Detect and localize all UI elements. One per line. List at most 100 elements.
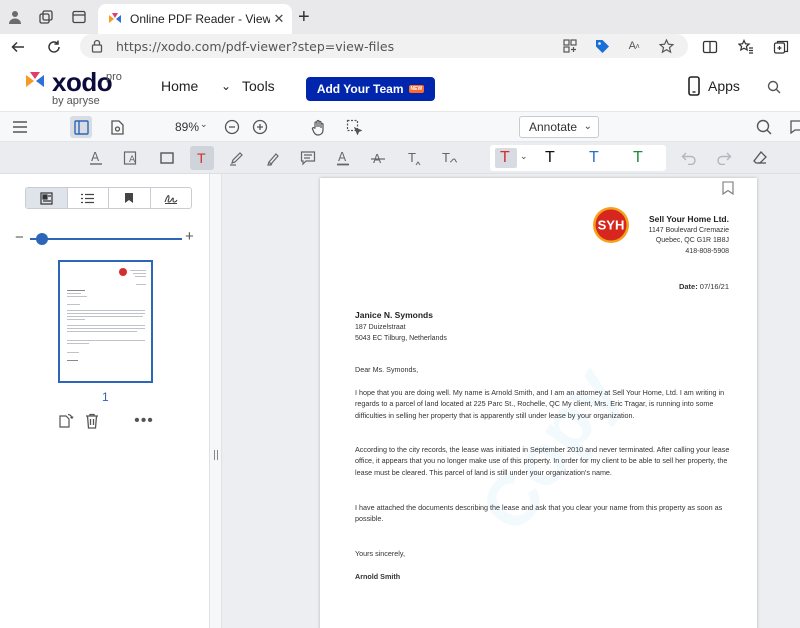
mode-select[interactable]: Annotate ⌄ (519, 116, 599, 138)
rotate-page-icon[interactable] (57, 412, 75, 430)
bookmark-icon (125, 193, 134, 203)
freehand-pen-icon[interactable] (225, 146, 249, 170)
style-red-swatch[interactable]: T (495, 148, 517, 168)
browser-tab[interactable]: Online PDF Reader - View PDFs O ✕ (98, 4, 292, 34)
underline-text-icon[interactable]: A (84, 146, 108, 170)
url-text[interactable]: https://xodo.com/pdf-viewer?step=view-fi… (116, 39, 394, 54)
add-your-team-button[interactable]: Add Your Team NEW (306, 77, 435, 101)
svg-text:A: A (338, 150, 347, 164)
pdf-page[interactable]: Copy SYH Sell Your Home Ltd. 1147 Boulev… (320, 178, 757, 628)
omnibox[interactable]: https://xodo.com/pdf-viewer?step=view-fi… (80, 34, 688, 58)
syh-logo-text: SYH (598, 218, 625, 233)
menu-icon[interactable] (9, 116, 31, 138)
sender-address: Sell Your Home Ltd. 1147 Boulevard Crema… (649, 214, 729, 257)
thumbnail-zoom-out-icon[interactable]: − (15, 229, 24, 246)
new-tab-icon[interactable]: + (298, 7, 310, 27)
insert-text-icon[interactable]: T (402, 146, 426, 170)
nav-home-link[interactable]: Home (161, 78, 198, 94)
svg-text:T: T (442, 150, 450, 165)
rectangle-tool-icon[interactable] (155, 146, 179, 170)
letter-date: Date: 07/16/21 (679, 282, 729, 291)
tab-outline[interactable] (68, 188, 109, 208)
add-your-team-label: Add Your Team (316, 82, 404, 96)
tab-bookmarks[interactable] (109, 188, 151, 208)
thumbnails-icon (40, 191, 53, 205)
workspaces-icon[interactable] (37, 8, 55, 26)
price-tag-icon[interactable] (593, 37, 611, 55)
page-settings-icon[interactable] (106, 116, 128, 138)
thumbnail-size-slider-handle[interactable] (36, 233, 48, 245)
thumbnail-size-slider[interactable] (30, 238, 182, 240)
recipient-address-line-1: 187 Duizelstraat (355, 324, 406, 331)
zoom-out-icon[interactable] (221, 116, 243, 138)
tab-signatures[interactable] (151, 188, 192, 208)
select-tool-icon[interactable] (343, 116, 365, 138)
tab-title: Online PDF Reader - View PDFs O (130, 12, 270, 26)
company-name: Sell Your Home Ltd. (649, 214, 729, 224)
split-screen-icon[interactable] (700, 37, 720, 57)
favorites-icon[interactable] (736, 37, 756, 57)
page-bookmark-icon[interactable] (722, 181, 734, 195)
tab-thumbnails[interactable] (26, 188, 68, 208)
read-aloud-icon[interactable]: Aʌ (625, 37, 643, 55)
more-options-icon[interactable]: ••• (134, 412, 153, 430)
thumbnail-zoom-in-icon[interactable]: + (185, 228, 194, 245)
lock-icon[interactable] (88, 37, 106, 55)
chevron-down-icon[interactable]: ⌄ (221, 79, 231, 93)
undo-icon[interactable] (677, 146, 701, 170)
date-value: 07/16/21 (699, 282, 729, 291)
app-available-icon[interactable] (561, 37, 579, 55)
back-icon[interactable] (8, 37, 28, 57)
comments-icon[interactable] (786, 116, 800, 138)
thumbnail-page-number: 1 (102, 390, 109, 404)
xodo-favicon-icon (109, 13, 121, 23)
text-color-icon[interactable]: A (331, 146, 355, 170)
app-header: xodo pro by apryse Home ⌄ Tools Add Your… (0, 60, 800, 112)
document-viewer[interactable]: Copy SYH Sell Your Home Ltd. 1147 Boulev… (222, 174, 800, 628)
tab-close-icon[interactable]: ✕ (270, 11, 288, 27)
delete-page-icon[interactable] (83, 412, 101, 430)
replace-text-icon[interactable]: T (437, 146, 461, 170)
signature-icon (164, 195, 178, 204)
redo-icon[interactable] (712, 146, 736, 170)
sticky-note-icon[interactable] (296, 146, 320, 170)
style-dropdown-icon[interactable]: ⌄ (520, 151, 528, 162)
zoom-in-icon[interactable] (249, 116, 271, 138)
tab-actions-icon[interactable] (70, 8, 88, 26)
doc-search-icon[interactable] (753, 116, 775, 138)
strikeout-icon[interactable]: A (366, 146, 390, 170)
highlighter-icon[interactable] (261, 146, 285, 170)
browser-tab-bar: Online PDF Reader - View PDFs O ✕ + (0, 0, 800, 34)
free-text-tool-icon[interactable]: T (190, 146, 214, 170)
red-text-style-icon: T (500, 149, 510, 166)
text-style-group: T ⌄ T T T (490, 145, 666, 171)
mode-select-chevron-icon: ⌄ (583, 121, 592, 132)
image-stamp-icon[interactable]: A (119, 146, 143, 170)
blue-text-style-icon[interactable]: T (589, 149, 599, 167)
zoom-dropdown-icon[interactable]: ⌄ (200, 119, 208, 130)
svg-text:A: A (129, 155, 136, 165)
zoom-level[interactable]: 89% (175, 120, 199, 134)
recipient-address: Janice N. Symonds 187 Duizelstraat 5043 … (355, 310, 447, 344)
black-text-style-icon[interactable]: T (545, 149, 555, 167)
page-thumbnail[interactable] (58, 260, 153, 383)
company-phone: 418-808-5908 (685, 247, 729, 255)
mode-select-value: Annotate (529, 120, 578, 134)
panel-splitter[interactable] (210, 174, 222, 628)
refresh-icon[interactable] (44, 37, 64, 57)
nav-tools-link[interactable]: Tools (242, 78, 275, 94)
profile-icon[interactable] (6, 8, 24, 26)
pan-hand-icon[interactable] (308, 116, 330, 138)
phone-icon (688, 76, 700, 96)
xodo-logo-icon (26, 72, 44, 87)
favorite-star-icon[interactable] (657, 37, 675, 55)
toggle-panel-icon[interactable] (70, 116, 92, 138)
collections-icon[interactable] (771, 37, 791, 57)
eraser-icon[interactable] (748, 146, 772, 170)
apps-button[interactable]: Apps (688, 76, 740, 96)
paragraph-2: According to the city records, the lease… (355, 445, 730, 477)
search-icon[interactable] (767, 80, 781, 99)
green-text-style-icon[interactable]: T (633, 149, 643, 167)
new-badge: NEW (408, 85, 425, 93)
thumbnail-logo-dot (119, 268, 127, 276)
